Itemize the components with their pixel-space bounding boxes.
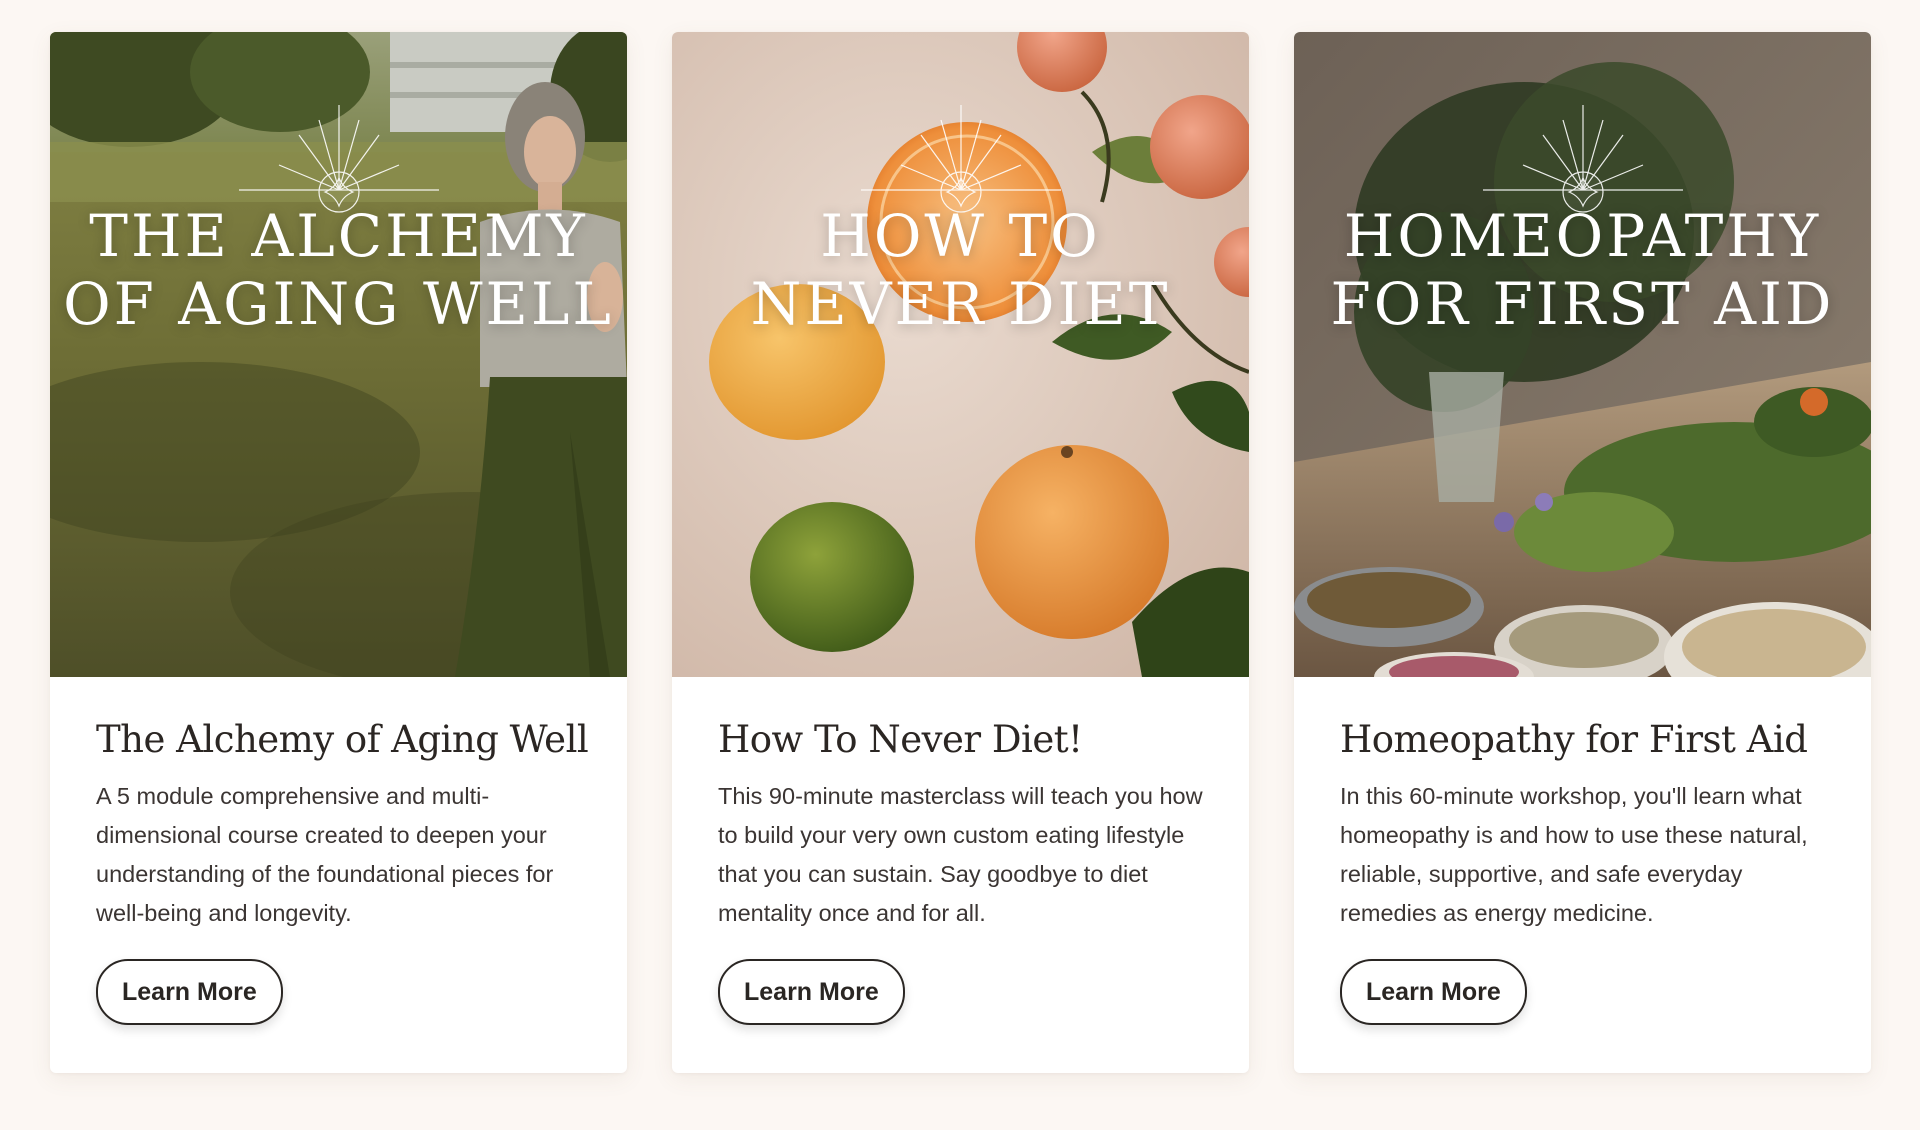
course-card-homeopathy-for-first-aid: HOMEOPATHY FOR FIRST AID Homeopathy for … <box>1294 32 1871 1073</box>
image-title-line-2: OF AGING WELL <box>63 270 614 338</box>
course-image-yoga-woman: THE ALCHEMY OF AGING WELL <box>50 32 627 677</box>
image-title-line-2: FOR FIRST AID <box>1330 270 1835 338</box>
image-overlay-title: HOW TO NEVER DIET <box>672 202 1249 338</box>
card-body: The Alchemy of Aging Well A 5 module com… <box>50 677 627 1025</box>
card-heading: The Alchemy of Aging Well <box>96 718 589 761</box>
card-description: A 5 module comprehensive and multi-dimen… <box>96 783 554 926</box>
image-overlay-title: THE ALCHEMY OF AGING WELL <box>50 202 627 338</box>
card-heading: Homeopathy for First Aid <box>1340 718 1808 761</box>
learn-more-button[interactable]: Learn More <box>718 959 905 1025</box>
course-card-alchemy-of-aging-well: THE ALCHEMY OF AGING WELL The Alchemy of… <box>50 32 627 1073</box>
image-overlay-title: HOMEOPATHY FOR FIRST AID <box>1294 202 1871 338</box>
card-body: How To Never Diet! This 90-minute master… <box>672 677 1249 1025</box>
card-description: In this 60-minute workshop, you'll learn… <box>1340 783 1808 926</box>
card-description: This 90-minute masterclass will teach yo… <box>718 783 1203 926</box>
image-title-line-1: HOMEOPATHY <box>1343 202 1822 270</box>
course-image-herbs-table: HOMEOPATHY FOR FIRST AID <box>1294 32 1871 677</box>
card-heading: How To Never Diet! <box>718 718 1083 761</box>
card-body: Homeopathy for First Aid In this 60-minu… <box>1294 677 1871 1025</box>
learn-more-button[interactable]: Learn More <box>96 959 283 1025</box>
course-cards-row: THE ALCHEMY OF AGING WELL The Alchemy of… <box>0 0 1920 1130</box>
image-title-line-1: HOW TO <box>820 202 1101 270</box>
image-title-line-1: THE ALCHEMY <box>89 202 588 270</box>
image-title-line-2: NEVER DIET <box>750 270 1171 338</box>
learn-more-button[interactable]: Learn More <box>1340 959 1527 1025</box>
course-card-how-to-never-diet: HOW TO NEVER DIET How To Never Diet! Thi… <box>672 32 1249 1073</box>
course-image-citrus-fruits: HOW TO NEVER DIET <box>672 32 1249 677</box>
